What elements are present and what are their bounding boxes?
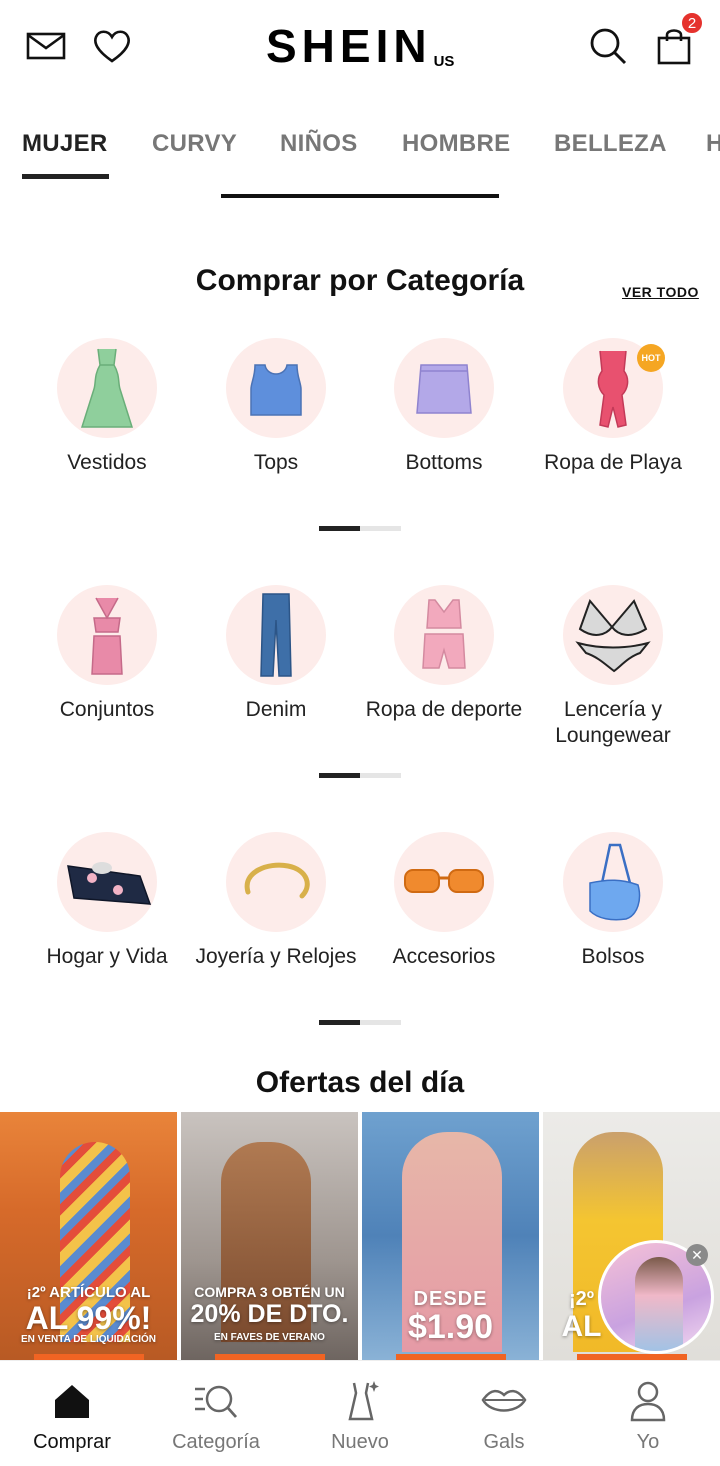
category-search-icon bbox=[144, 1379, 288, 1423]
category-label: Joyería y Relojes bbox=[195, 945, 357, 968]
category-accesorios[interactable]: Accesorios bbox=[359, 832, 529, 970]
category-label: Conjuntos bbox=[59, 698, 155, 721]
category-bottoms[interactable]: Bottoms bbox=[359, 338, 529, 476]
nav-label: Yo bbox=[636, 1431, 660, 1453]
category-pager-3 bbox=[319, 1020, 401, 1025]
swimsuit-icon: HOT bbox=[563, 338, 665, 438]
category-label: Vestidos bbox=[67, 451, 147, 474]
deals-section-title: Ofertas del día bbox=[255, 1066, 465, 1099]
deal-card-clearance[interactable]: ¡2º ARTÍCULO AL AL 99%! EN VENTA DE LIQU… bbox=[0, 1112, 177, 1360]
set-icon bbox=[57, 585, 157, 685]
deal-card-from-price[interactable]: DESDE $1.90 bbox=[362, 1112, 539, 1360]
category-label: Bottoms bbox=[405, 451, 483, 474]
mail-icon[interactable] bbox=[24, 24, 68, 68]
tab-ninos[interactable]: NIÑOS bbox=[280, 130, 358, 158]
logo-region: US bbox=[433, 53, 455, 70]
skirt-icon bbox=[394, 338, 494, 438]
top-icon bbox=[226, 338, 326, 438]
see-all-link[interactable]: VER TODO bbox=[622, 284, 699, 300]
top-header: SHEIN US 2 bbox=[0, 0, 720, 96]
nav-label: Gals bbox=[483, 1431, 525, 1453]
category-label: Lencería y Loungewear bbox=[555, 698, 671, 747]
sportswear-icon bbox=[394, 585, 494, 685]
home-icon bbox=[0, 1379, 144, 1423]
shein-logo[interactable]: SHEIN US bbox=[266, 22, 454, 70]
category-hogar-y-vida[interactable]: Hogar y Vida bbox=[22, 832, 192, 970]
sunglasses-icon bbox=[394, 832, 494, 932]
lingerie-icon bbox=[563, 585, 663, 685]
category-denim[interactable]: Denim bbox=[191, 585, 361, 723]
category-lenceria[interactable]: Lencería y Loungewear bbox=[528, 585, 698, 749]
category-ropa-de-playa[interactable]: HOT Ropa de Playa bbox=[528, 338, 698, 476]
wishlist-heart-icon[interactable] bbox=[90, 24, 134, 68]
deal-caption-line2: $1.90 bbox=[407, 1308, 494, 1346]
category-label: Ropa de deporte bbox=[365, 698, 523, 721]
category-conjuntos[interactable]: Conjuntos bbox=[22, 585, 192, 723]
tab-curvy[interactable]: CURVY bbox=[152, 130, 237, 158]
bag-icon bbox=[563, 832, 663, 932]
bracelet-icon bbox=[226, 832, 326, 932]
category-label: Bolsos bbox=[581, 945, 645, 968]
category-bolsos[interactable]: Bolsos bbox=[528, 832, 698, 970]
category-pager-1 bbox=[319, 526, 401, 531]
nav-label: Categoría bbox=[172, 1431, 260, 1453]
nav-comprar[interactable]: Comprar bbox=[0, 1379, 144, 1454]
category-label: Accesorios bbox=[392, 945, 496, 968]
nav-label: Comprar bbox=[33, 1431, 111, 1453]
search-icon[interactable] bbox=[586, 24, 630, 68]
deal-card-summer[interactable]: COMPRA 3 OBTÉN UN 20% DE DTO. EN FAVES D… bbox=[181, 1112, 358, 1360]
new-dress-icon bbox=[288, 1379, 432, 1423]
tab-more[interactable]: H bbox=[706, 130, 720, 158]
deal-caption-line2: 20% DE DTO. bbox=[190, 1300, 349, 1328]
category-pager-2 bbox=[319, 773, 401, 778]
tab-hombre[interactable]: HOMBRE bbox=[402, 130, 510, 158]
deal-caption-line3: EN FAVES DE VERANO bbox=[214, 1332, 325, 1343]
nav-yo[interactable]: Yo bbox=[576, 1379, 720, 1454]
lips-icon bbox=[432, 1379, 576, 1423]
category-label: Denim bbox=[245, 698, 307, 721]
category-label: Hogar y Vida bbox=[46, 945, 168, 968]
tabs-scroll-indicator bbox=[221, 194, 499, 198]
dress-icon bbox=[57, 338, 157, 438]
bottom-navigation: Comprar Categoría Nuevo Gals Yo bbox=[0, 1360, 720, 1466]
deal-caption-line2: AL 99%! bbox=[25, 1300, 152, 1336]
category-label: Ropa de Playa bbox=[544, 451, 682, 474]
gender-tabs: MUJER CURVY NIÑOS HOMBRE BELLEZA H bbox=[0, 120, 720, 180]
logo-text: SHEIN bbox=[266, 20, 432, 72]
category-section-title: Comprar por Categoría bbox=[195, 264, 525, 297]
blanket-icon bbox=[57, 832, 157, 932]
nav-gals[interactable]: Gals bbox=[432, 1379, 576, 1454]
cart-count-badge: 2 bbox=[681, 12, 703, 34]
nav-nuevo[interactable]: Nuevo bbox=[288, 1379, 432, 1454]
tab-belleza[interactable]: BELLEZA bbox=[554, 130, 667, 158]
nav-categoria[interactable]: Categoría bbox=[144, 1379, 288, 1454]
hot-badge: HOT bbox=[637, 344, 665, 372]
deal-caption-line3: EN VENTA DE LIQUIDACIÓN bbox=[20, 1334, 156, 1345]
nav-label: Nuevo bbox=[331, 1431, 389, 1453]
category-joyeria[interactable]: Joyería y Relojes bbox=[191, 832, 361, 970]
tab-mujer[interactable]: MUJER bbox=[22, 130, 108, 158]
category-vestidos[interactable]: Vestidos bbox=[22, 338, 192, 476]
jeans-icon bbox=[226, 585, 326, 685]
category-tops[interactable]: Tops bbox=[191, 338, 361, 476]
deal-caption-line1: COMPRA 3 OBTÉN UN bbox=[194, 1284, 345, 1300]
user-icon bbox=[576, 1379, 720, 1423]
deal-caption-line1: ¡2º ARTÍCULO AL bbox=[26, 1284, 151, 1301]
category-ropa-de-deporte[interactable]: Ropa de deporte bbox=[359, 585, 529, 723]
category-label: Tops bbox=[253, 451, 299, 474]
active-tab-indicator bbox=[22, 174, 109, 179]
close-icon[interactable]: ✕ bbox=[686, 1244, 708, 1266]
